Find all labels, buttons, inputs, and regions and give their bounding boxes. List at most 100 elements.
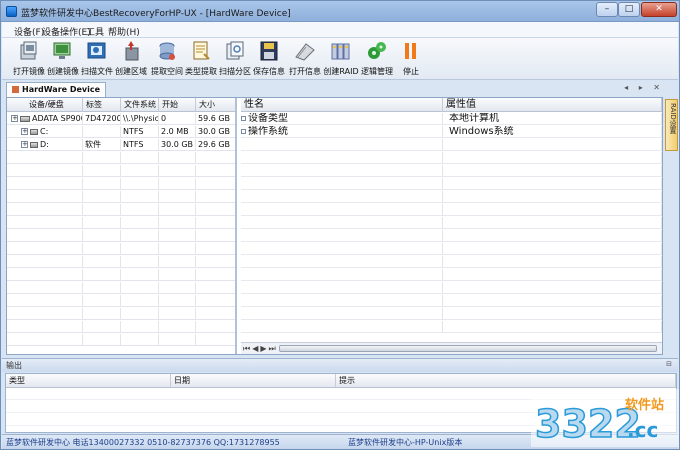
table-cell	[121, 321, 159, 333]
table-row[interactable]	[7, 230, 235, 242]
table-row[interactable]	[7, 243, 235, 255]
property-row[interactable]	[241, 230, 662, 242]
table-cell	[159, 217, 196, 229]
property-value-cell: Windows系统	[443, 126, 662, 138]
property-row[interactable]	[241, 282, 662, 294]
site-watermark-logo: 3322 软件站 .cc	[531, 389, 679, 447]
table-cell	[159, 321, 196, 333]
col-start[interactable]: 开始	[159, 98, 196, 112]
table-cell	[121, 191, 159, 203]
table-cell	[7, 165, 83, 177]
expand-icon[interactable]: +	[21, 141, 28, 148]
property-name-cell	[241, 217, 443, 229]
table-row[interactable]	[7, 334, 235, 346]
property-name-cell	[241, 321, 443, 333]
table-cell	[83, 334, 121, 346]
property-row[interactable]	[241, 191, 662, 203]
property-row[interactable]	[241, 178, 662, 190]
col-date[interactable]: 日期	[171, 374, 336, 388]
expand-icon[interactable]: +	[11, 115, 18, 122]
table-row[interactable]	[7, 321, 235, 333]
table-cell	[7, 217, 83, 229]
type-extract-icon	[193, 41, 210, 60]
table-row[interactable]	[7, 269, 235, 281]
open-info-icon	[295, 43, 315, 61]
table-cell	[7, 191, 83, 203]
property-row[interactable]	[241, 256, 662, 268]
menu-help[interactable]: 帮助(H)	[108, 25, 140, 38]
table-row[interactable]: + ADATA SP900...7D472000...\\.\Physic...0…	[7, 113, 235, 125]
table-row[interactable]	[7, 152, 235, 164]
property-row[interactable]	[241, 295, 662, 307]
scroll-nav-buttons[interactable]: ⏮◀▶⏭	[243, 343, 278, 354]
table-row[interactable]	[7, 308, 235, 320]
table-cell: NTFS	[121, 139, 159, 151]
property-row[interactable]	[241, 165, 662, 177]
application-window: 蓝梦软件研发中心BestRecoveryForHP-UX - [HardWare…	[0, 0, 680, 450]
table-row[interactable]	[7, 282, 235, 294]
tab-navigation[interactable]: ◂ ▸ ✕	[624, 83, 664, 92]
scan-partition-icon	[226, 41, 244, 60]
col-size[interactable]: 大小	[196, 98, 235, 112]
menu-device[interactable]: 设备(F)	[14, 25, 44, 38]
menu-tools[interactable]: 工具	[86, 25, 104, 38]
table-row[interactable]	[7, 217, 235, 229]
table-cell	[121, 308, 159, 320]
table-cell	[159, 178, 196, 190]
table-cell	[159, 243, 196, 255]
property-row[interactable]	[241, 152, 662, 164]
col-property-value[interactable]: 属性值	[443, 98, 662, 112]
property-value-cell	[443, 152, 662, 164]
table-cell	[83, 126, 121, 138]
property-name-cell	[241, 204, 443, 216]
table-row[interactable]: + D: 软件 NTFS 30.0 GB 29.6 GB	[7, 139, 235, 151]
horizontal-scrollbar[interactable]: ⏮◀▶⏭	[241, 342, 662, 354]
property-value-cell	[443, 295, 662, 307]
pin-icon[interactable]: ⊟	[666, 360, 672, 368]
save-info-icon	[260, 41, 278, 61]
property-row[interactable]: 操作系统 Windows系统	[241, 126, 662, 138]
table-cell	[7, 308, 83, 320]
table-row[interactable]	[7, 204, 235, 216]
close-button[interactable]: ✕	[641, 2, 677, 17]
title-bar[interactable]: 蓝梦软件研发中心BestRecoveryForHP-UX - [HardWare…	[1, 1, 679, 22]
col-type[interactable]: 类型	[6, 374, 171, 388]
table-row[interactable]	[7, 295, 235, 307]
property-name-cell	[241, 256, 443, 268]
menu-device-operation[interactable]: 设备操作(E)	[42, 25, 91, 38]
property-row[interactable]	[241, 243, 662, 255]
tab-hardware-device[interactable]: HardWare Device	[6, 82, 107, 97]
stop-button[interactable]: 停止	[392, 40, 430, 78]
table-cell: 30.0 GB	[159, 139, 196, 151]
minimize-button[interactable]: –	[596, 2, 618, 17]
table-cell	[7, 295, 83, 307]
maximize-button[interactable]: □	[618, 2, 640, 17]
table-row[interactable]	[7, 191, 235, 203]
property-row[interactable]	[241, 321, 662, 333]
scrollbar-thumb[interactable]	[279, 345, 657, 352]
property-row[interactable]: 设备类型 本地计算机	[241, 113, 662, 125]
property-row[interactable]	[241, 217, 662, 229]
table-row[interactable]	[7, 165, 235, 177]
expand-icon[interactable]: +	[21, 128, 28, 135]
col-filesystem[interactable]: 文件系统	[121, 98, 159, 112]
property-name-cell	[241, 152, 443, 164]
property-row[interactable]	[241, 308, 662, 320]
col-hint[interactable]: 提示	[336, 374, 676, 388]
col-device[interactable]: 设备/硬盘	[7, 98, 83, 112]
property-row[interactable]	[241, 269, 662, 281]
table-row[interactable]	[7, 178, 235, 190]
table-cell	[83, 165, 121, 177]
property-row[interactable]	[241, 204, 662, 216]
svg-text:软件站: 软件站	[625, 397, 664, 413]
col-label[interactable]: 标签	[83, 98, 121, 112]
col-property-name[interactable]: 性名	[241, 98, 443, 112]
raid-settings-tab[interactable]: RAID设置	[665, 99, 678, 151]
property-row[interactable]	[241, 139, 662, 151]
create-raid-icon	[331, 43, 350, 60]
table-cell	[121, 204, 159, 216]
table-row[interactable]	[7, 256, 235, 268]
partition-icon	[30, 128, 38, 135]
property-value-cell	[443, 204, 662, 216]
table-row[interactable]: + C: NTFS 2.0 MB 30.0 GB	[7, 126, 235, 138]
